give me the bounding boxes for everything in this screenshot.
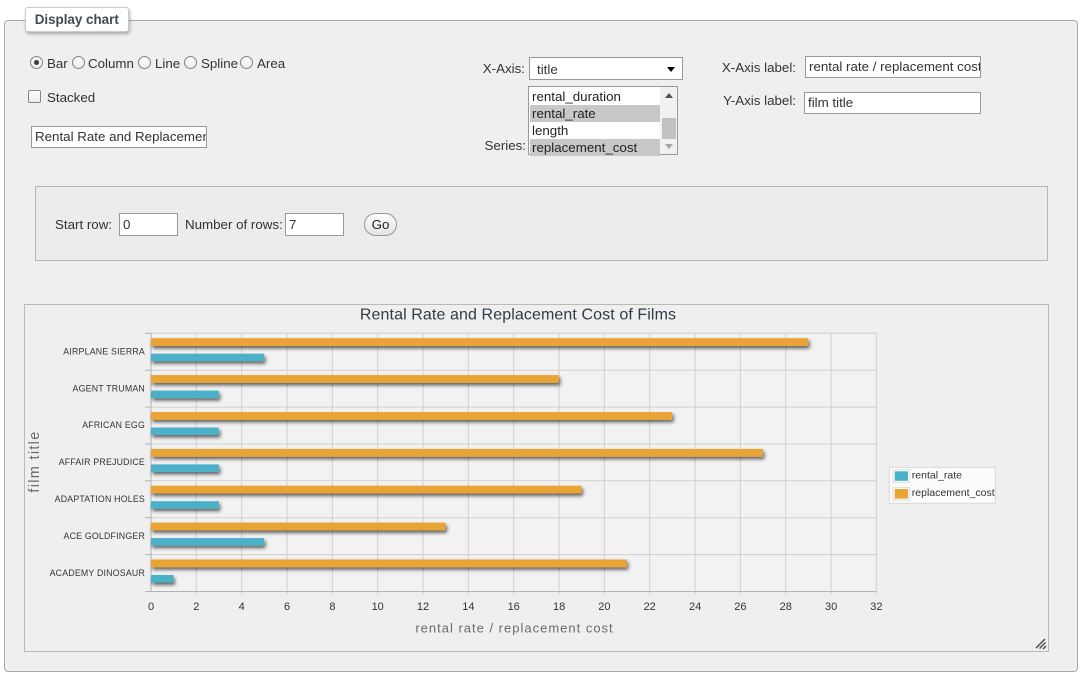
svg-text:28: 28 <box>780 601 792 613</box>
svg-text:22: 22 <box>644 601 656 613</box>
svg-text:rental_rate: rental_rate <box>912 469 962 481</box>
svg-text:14: 14 <box>462 601 474 613</box>
svg-text:AIRPLANE SIERRA: AIRPLANE SIERRA <box>63 346 145 356</box>
svg-text:10: 10 <box>372 601 384 613</box>
svg-text:32: 32 <box>870 601 882 613</box>
svg-text:AFFAIR PREJUDICE: AFFAIR PREJUDICE <box>59 457 145 467</box>
svg-text:replacement_cost: replacement_cost <box>912 487 995 499</box>
svg-text:film title: film title <box>27 430 43 492</box>
svg-text:2: 2 <box>193 601 199 613</box>
svg-text:ACE GOLDFINGER: ACE GOLDFINGER <box>64 531 146 541</box>
svg-text:12: 12 <box>417 601 429 613</box>
svg-text:16: 16 <box>508 601 520 613</box>
svg-text:Rental Rate and Replacement Co: Rental Rate and Replacement Cost of Film… <box>360 307 676 324</box>
svg-text:24: 24 <box>689 601 701 613</box>
svg-text:ACADEMY DINOSAUR: ACADEMY DINOSAUR <box>50 568 145 578</box>
svg-text:18: 18 <box>553 601 565 613</box>
svg-text:30: 30 <box>825 601 837 613</box>
svg-text:4: 4 <box>239 601 245 613</box>
svg-text:0: 0 <box>148 601 154 613</box>
svg-text:AFRICAN EGG: AFRICAN EGG <box>82 420 145 430</box>
svg-text:AGENT TRUMAN: AGENT TRUMAN <box>73 383 145 393</box>
svg-text:rental rate / replacement cost: rental rate / replacement cost <box>415 621 613 636</box>
svg-text:6: 6 <box>284 601 290 613</box>
svg-text:8: 8 <box>329 601 335 613</box>
svg-text:26: 26 <box>734 601 746 613</box>
svg-text:20: 20 <box>598 601 610 613</box>
svg-text:ADAPTATION HOLES: ADAPTATION HOLES <box>55 494 145 504</box>
